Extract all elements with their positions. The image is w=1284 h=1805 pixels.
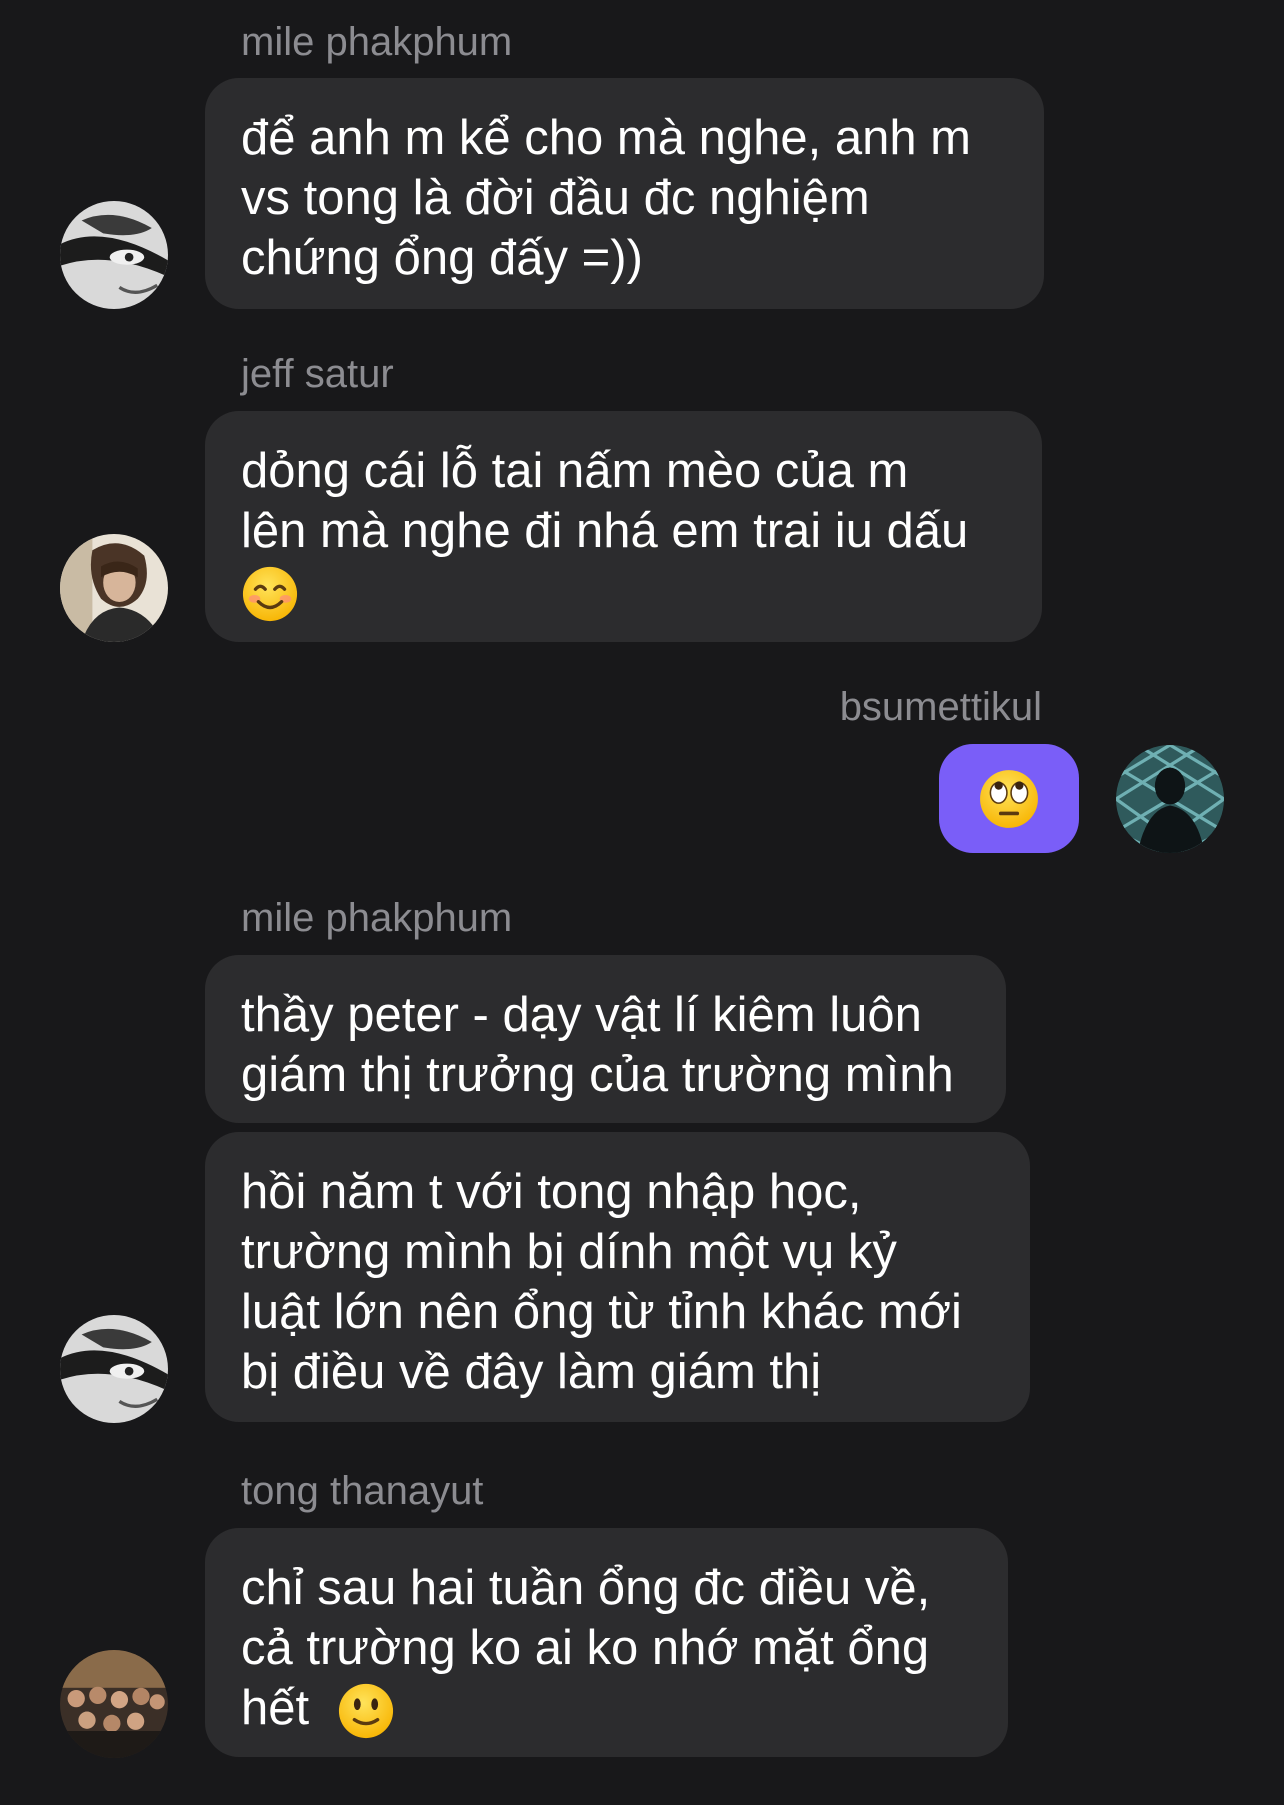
message-bubble[interactable]: hồi năm t với tong nhập học, trường mình… xyxy=(205,1132,1030,1422)
message-line: chứng ổng đấy =)) xyxy=(241,231,643,285)
message-line: hồi năm t với tong nhập học, xyxy=(241,1165,862,1219)
avatar-mile-icon[interactable] xyxy=(60,1315,168,1423)
message-bubble[interactable]: dỏng cái lỗ tai nấm mèo của m lên mà ngh… xyxy=(205,411,1042,642)
avatar-tong-icon[interactable] xyxy=(60,1650,168,1758)
message-line: cả trường ko ai ko nhớ mặt ổng xyxy=(241,1621,930,1675)
message-line: để anh m kể cho mà nghe, anh m xyxy=(241,111,971,165)
sender-name: mile phakphum xyxy=(241,20,513,64)
sender-name: bsumettikul xyxy=(839,685,1042,729)
message-line: giám thị trưởng của trường mình xyxy=(241,1048,954,1102)
message-line: bị điều về đây làm giám thị xyxy=(241,1345,822,1399)
slightly-smiling-face-icon xyxy=(337,1682,395,1740)
message-line: lên mà nghe đi nhá em trai iu dấu xyxy=(241,504,969,558)
message-line: dỏng cái lỗ tai nấm mèo của m xyxy=(241,444,909,498)
eye-roll-face-icon xyxy=(978,768,1040,830)
message-line xyxy=(241,561,1006,623)
sender-name: mile phakphum xyxy=(241,896,513,940)
smiling-face-icon xyxy=(241,565,299,623)
avatar-bsumettikul-icon[interactable] xyxy=(1116,745,1224,853)
message-line: vs tong là đời đầu đc nghiệm xyxy=(241,171,870,225)
message-bubble[interactable]: thầy peter - dạy vật lí kiêm luôn giám t… xyxy=(205,955,1006,1123)
message-line-text: hết xyxy=(241,1681,310,1735)
message-bubble[interactable]: để anh m kể cho mà nghe, anh m vs tong l… xyxy=(205,78,1044,309)
message-line: chỉ sau hai tuần ổng đc điều về, xyxy=(241,1561,931,1615)
sender-name: jeff satur xyxy=(241,352,394,396)
sender-name: tong thanayut xyxy=(241,1469,484,1513)
message-line: hết xyxy=(241,1678,972,1740)
message-line: trường mình bị dính một vụ kỷ xyxy=(241,1225,897,1279)
message-line: luật lớn nên ổng từ tỉnh khác mới xyxy=(241,1285,962,1339)
avatar-mile-icon[interactable] xyxy=(60,201,168,309)
message-line: thầy peter - dạy vật lí kiêm luôn xyxy=(241,988,922,1042)
message-bubble[interactable]: chỉ sau hai tuần ổng đc điều về, cả trườ… xyxy=(205,1528,1008,1757)
avatar-jeff-icon[interactable] xyxy=(60,534,168,642)
message-bubble-mine[interactable] xyxy=(939,744,1079,853)
